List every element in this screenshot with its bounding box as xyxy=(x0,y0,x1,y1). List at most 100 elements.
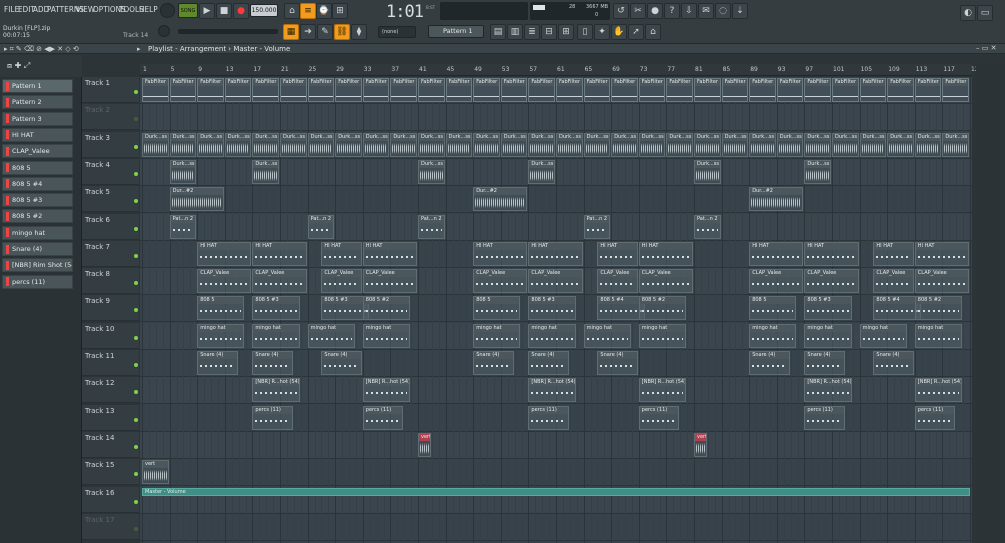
playlist-clip[interactable]: Snare (4) xyxy=(252,351,293,375)
render-icon[interactable]: ⇩ xyxy=(681,3,697,19)
playlist-clip[interactable]: FabFilter P...ix level xyxy=(914,78,942,102)
track-mute-led[interactable] xyxy=(134,226,138,231)
playlist-clip[interactable]: HI HAT xyxy=(914,241,969,266)
piano-roll-icon[interactable]: ▥ xyxy=(507,24,523,40)
playlist-clip[interactable]: vert xyxy=(142,460,169,485)
playlist-clip[interactable]: HI HAT xyxy=(597,241,638,266)
track-mute-led[interactable] xyxy=(134,363,138,367)
pattern-item[interactable]: 808 5 #2 xyxy=(2,209,73,224)
playlist-clip[interactable]: 808 5 #3 xyxy=(321,296,369,321)
playlist-clip[interactable]: [NBR] R...hot (54) xyxy=(362,378,411,403)
playlist-clip[interactable]: mingo hat xyxy=(859,323,907,348)
playlist-clip[interactable]: HI HAT xyxy=(638,241,693,266)
playlist-clip[interactable]: Snare (4) xyxy=(749,351,790,375)
playlist-clip[interactable]: Durk...ss xyxy=(362,132,390,157)
playlist-clip[interactable]: Durk...ss xyxy=(528,159,555,184)
playlist-clip[interactable]: mingo hat xyxy=(638,323,687,348)
playlist-clip[interactable]: [NBR] R...hot (54) xyxy=(638,378,687,403)
playlist-clip[interactable]: FabFilter P...ix level xyxy=(832,78,859,102)
vertical-scrollbar[interactable] xyxy=(976,64,1005,543)
playlist-clip[interactable]: FabFilter P...ix level xyxy=(804,78,831,102)
playlist-clip[interactable]: Durk...ss xyxy=(749,132,776,157)
playlist-clip[interactable]: Durk...ss xyxy=(390,132,417,157)
playlist-clip[interactable]: vert xyxy=(418,432,431,457)
playlist-clip[interactable]: mingo hat xyxy=(252,323,300,348)
track-mute-led[interactable] xyxy=(134,253,138,258)
master-volume-clip[interactable]: Master - Volume xyxy=(142,487,970,496)
master-volume-knob[interactable] xyxy=(160,3,175,18)
playlist-clip[interactable]: mingo hat xyxy=(307,323,355,348)
playlist-clip[interactable]: mingo hat xyxy=(473,323,521,348)
playlist-clip[interactable]: 808 5 #4 xyxy=(597,296,645,321)
playlist-icon[interactable]: ▤ xyxy=(490,24,506,40)
playlist-clip[interactable]: HI HAT xyxy=(804,241,859,266)
playlist-clip[interactable]: Durk...ss xyxy=(197,132,224,157)
track-mute-led[interactable] xyxy=(134,499,138,504)
playlist-clip[interactable]: Snare (4) xyxy=(804,351,845,375)
menu-file[interactable]: FILE xyxy=(4,5,19,14)
playlist-clip[interactable]: Durk...ss xyxy=(694,159,721,184)
help-icon[interactable]: ? xyxy=(664,3,680,19)
playlist-clip[interactable]: Durk...ss xyxy=(583,132,611,157)
stamp-icon[interactable]: ⧫ xyxy=(351,24,367,40)
pattern-selector[interactable]: Pattern 1 xyxy=(428,25,484,38)
playlist-view-icon[interactable]: ▦ xyxy=(283,24,299,40)
track-header[interactable]: Track 10 xyxy=(82,322,139,349)
pattern-item[interactable]: percs (11) xyxy=(2,274,73,289)
playlist-clip[interactable]: Durk...ss xyxy=(500,132,528,157)
pattern-item[interactable]: Pattern 1 xyxy=(2,79,73,93)
browser-icon[interactable]: ⊞ xyxy=(558,24,574,40)
playlist-clip[interactable]: 808 5 xyxy=(197,296,245,321)
playlist-clip[interactable]: percs (11) xyxy=(362,405,404,430)
channel-rack-icon[interactable]: ⊟ xyxy=(541,24,557,40)
pointer-icon[interactable]: ➚ xyxy=(628,24,644,40)
playlist-clip[interactable]: FabFilter P...ix level xyxy=(859,78,887,102)
track-header[interactable]: Track 1 xyxy=(82,77,139,103)
playlist-clip[interactable]: [NBR] R...hot (54) xyxy=(252,378,300,403)
step-edit-icon[interactable]: ⊞ xyxy=(332,3,348,19)
playlist-clip[interactable]: 808 5 xyxy=(749,296,797,321)
settings-icon[interactable]: ◐ xyxy=(960,5,976,21)
playlist-clip[interactable]: 808 5 #2 xyxy=(638,296,687,321)
pattern-item[interactable]: [NBR] Rim Shot (54) xyxy=(2,258,73,273)
playlist-clip[interactable]: [NBR] R...hot (54) xyxy=(528,378,576,403)
playlist-clip[interactable]: Durk...ss xyxy=(224,132,252,157)
playlist-clip[interactable]: 808 5 xyxy=(473,296,521,321)
playlist-clip[interactable]: CLAP_Valee xyxy=(252,269,307,294)
playlist-clip[interactable]: Durk...ss xyxy=(776,132,804,157)
track-header[interactable]: Track 5 xyxy=(82,186,139,213)
track-mute-led[interactable] xyxy=(134,526,138,531)
playlist-clip[interactable]: FabFilter P...ix level xyxy=(776,78,804,102)
song-mode-toggle[interactable]: SONG xyxy=(178,3,198,18)
metronome-icon[interactable]: ⌂ xyxy=(284,3,300,19)
playlist-clip[interactable]: 808 5 #3 xyxy=(252,296,300,321)
stop-icon[interactable]: ■ xyxy=(216,3,232,19)
playlist-clip[interactable]: Durk...ss xyxy=(169,159,197,184)
playlist-clip[interactable]: vert xyxy=(694,432,707,457)
playlist-clip[interactable]: CLAP_Valee xyxy=(804,269,859,294)
track-header[interactable]: Track 17 xyxy=(82,513,139,540)
playlist-clip[interactable]: mingo hat xyxy=(914,323,963,348)
countdown-icon[interactable]: ⌚ xyxy=(316,3,332,19)
track-mute-led[interactable] xyxy=(134,117,138,122)
record-icon[interactable]: ● xyxy=(233,3,249,19)
playlist-clip[interactable]: HI HAT xyxy=(473,241,528,266)
pattern-item[interactable]: Pattern 2 xyxy=(2,95,73,110)
tempo-display[interactable]: 150.000 xyxy=(250,4,278,17)
track-mute-led[interactable] xyxy=(134,390,138,395)
playlist-clip[interactable]: CLAP_Valee xyxy=(528,269,583,294)
pattern-item[interactable]: 808 5 xyxy=(2,160,73,175)
pitch-knob[interactable] xyxy=(158,25,170,37)
playlist-clip[interactable]: Durk...ss xyxy=(473,132,500,157)
playlist-clip[interactable]: HI HAT xyxy=(873,241,914,266)
playlist-clip[interactable]: FabFilter P...ix level xyxy=(169,78,197,102)
playlist-clip[interactable]: FabFilter P...ix level xyxy=(335,78,362,102)
position-slider[interactable] xyxy=(178,29,278,34)
playlist-clip[interactable]: mingo hat xyxy=(749,323,797,348)
playlist-clip[interactable]: CLAP_Valee xyxy=(197,269,252,294)
playlist-clip[interactable]: Durk...ss xyxy=(859,132,887,157)
pattern-item[interactable]: Snare (4) xyxy=(2,242,73,256)
track-header[interactable]: Track 16 xyxy=(82,486,139,513)
playlist-clip[interactable]: Durk...ss xyxy=(142,132,169,157)
playlist-clip[interactable]: Durk...ss xyxy=(611,132,638,157)
